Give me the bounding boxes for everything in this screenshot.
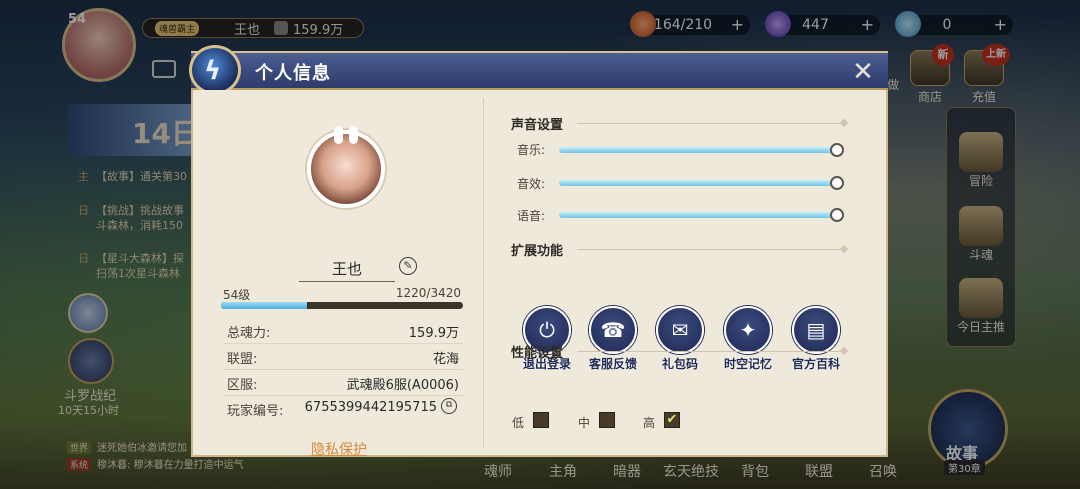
section-divider (577, 351, 843, 352)
music-slider[interactable] (559, 147, 837, 153)
privacy-link[interactable]: 隐私保护 (311, 439, 367, 459)
info-row-alliance: 联盟: 花海 (223, 344, 463, 370)
perf-low-checkbox[interactable] (533, 412, 549, 428)
sfx-slider-thumb[interactable] (830, 176, 844, 190)
personal-info-dialog: 个人信息 ✕ ϟ 王也 ✎ 54级 1220/3420 总魂力: 159.9万 … (189, 45, 888, 459)
space-time-memory-button[interactable]: ✦ 时空记忆 (716, 306, 780, 372)
extended-features-title: 扩展功能 (511, 244, 564, 259)
info-value: 6755399442195715 (304, 400, 437, 415)
profile-avatar[interactable] (307, 130, 385, 208)
edit-name-icon[interactable]: ✎ (399, 257, 417, 275)
space-time-memory-label: 时空记忆 (723, 357, 772, 371)
voice-slider[interactable] (559, 212, 837, 218)
info-value: 花海 (432, 352, 459, 367)
gift-code-button[interactable]: ✉ 礼包码 (648, 306, 712, 372)
dialog-body: 王也 ✎ 54级 1220/3420 总魂力: 159.9万 联盟: 花海 区服… (191, 90, 888, 459)
sfx-label: 音效: (517, 177, 546, 191)
copy-id-icon[interactable]: ⧉ (441, 398, 457, 414)
dialog-emblem-icon: ϟ (189, 45, 241, 95)
music-label: 音乐: (517, 143, 546, 157)
exp-bar (221, 302, 463, 309)
section-divider (577, 249, 843, 250)
level-label: 54级 (223, 288, 251, 302)
info-row-soul-power: 总魂力: 159.9万 (223, 318, 463, 344)
panel-divider (483, 98, 484, 448)
sfx-slider[interactable] (559, 180, 837, 186)
official-wiki-label: 官方百科 (791, 357, 840, 371)
profile-name: 王也 (299, 258, 395, 282)
perf-mid-label: 中 (578, 416, 591, 430)
gift-code-label: 礼包码 (661, 357, 698, 371)
dialog-title: 个人信息 (255, 63, 331, 84)
music-slider-thumb[interactable] (830, 143, 844, 157)
customer-service-label: 客服反馈 (588, 357, 637, 371)
info-key: 玩家编号: (227, 404, 284, 419)
avatar-bunny-ears (331, 126, 361, 144)
customer-service-button[interactable]: ☎ 客服反馈 (581, 306, 645, 372)
star-compass-icon: ✦ (724, 306, 772, 354)
info-row-player-id: 玩家编号: 6755399442195715 (223, 396, 463, 422)
perf-low-label: 低 (512, 416, 525, 430)
close-button[interactable]: ✕ (850, 59, 876, 85)
logout-button[interactable]: ⏻ 退出登录 (515, 306, 579, 372)
info-key: 总魂力: (227, 326, 271, 341)
info-value: 武魂殿6服(A0006) (346, 378, 459, 393)
performance-settings-title: 性能设置 (511, 346, 564, 361)
perf-mid-checkbox[interactable] (599, 412, 615, 428)
info-value: 159.9万 (408, 326, 459, 341)
info-row-server: 区服: 武魂殿6服(A0006) (223, 370, 463, 396)
sound-settings-title: 声音设置 (511, 118, 564, 133)
info-key: 区服: (227, 378, 258, 393)
perf-high-checkbox[interactable]: ✔ (664, 412, 680, 428)
voice-label: 语音: (517, 209, 546, 223)
section-divider (577, 123, 843, 124)
official-wiki-button[interactable]: ▤ 官方百科 (784, 306, 848, 372)
exp-value: 1220/3420 (395, 286, 461, 300)
headset-icon: ☎ (589, 306, 637, 354)
voice-slider-thumb[interactable] (830, 208, 844, 222)
perf-high-label: 高 (643, 416, 656, 430)
exp-bar-fill (221, 302, 308, 309)
info-key: 联盟: (227, 352, 258, 367)
book-icon: ▤ (792, 306, 840, 354)
gift-bag-icon: ✉ (656, 306, 704, 354)
dialog-header: 个人信息 ✕ (191, 51, 888, 90)
